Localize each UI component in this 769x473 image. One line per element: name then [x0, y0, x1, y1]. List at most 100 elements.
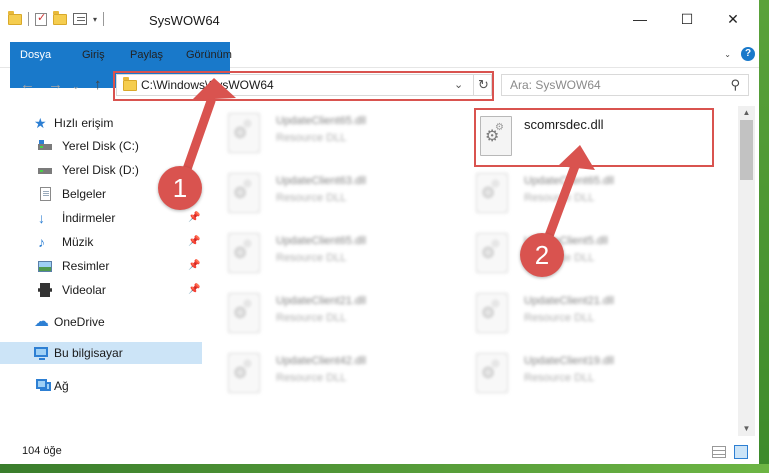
toolbar-separator: [28, 12, 29, 26]
sidebar-item-label: Hızlı erişim: [54, 116, 114, 130]
sidebar-item-this-pc[interactable]: Bu bilgisayar: [0, 342, 202, 364]
search-input[interactable]: Ara: SysWOW64 ⚲: [501, 74, 749, 96]
tab-home[interactable]: Giriş: [70, 42, 117, 68]
sidebar-item-label: Videolar: [62, 283, 106, 297]
dll-file-icon: [228, 233, 260, 273]
forward-arrow-icon[interactable]: →: [48, 76, 63, 93]
scroll-thumb[interactable]: [740, 120, 753, 180]
file-name: UpdateClient65.dll: [524, 175, 614, 187]
sidebar-item-pictures[interactable]: Resimler 📌: [0, 255, 200, 277]
sidebar-item-label: İndirmeler: [62, 211, 116, 225]
file-type: Resource DLL: [276, 312, 347, 324]
file-type: Resource DLL: [524, 312, 595, 324]
close-button[interactable]: ✕: [726, 12, 740, 26]
sidebar-item-local-disk-c[interactable]: Yerel Disk (C:): [0, 135, 200, 157]
dll-file-icon: [476, 293, 508, 333]
sidebar-item-videos[interactable]: Videolar 📌: [0, 279, 200, 301]
properties-icon[interactable]: [73, 13, 87, 25]
list-item[interactable]: UpdateClient19.dll Resource DLL: [454, 350, 674, 396]
sidebar-item-label: Müzik: [62, 235, 94, 249]
list-item[interactable]: UpdateClient5.dll Resource DLL: [454, 230, 674, 276]
maximize-button[interactable]: ☐: [680, 12, 694, 26]
pin-icon[interactable]: 📌: [188, 212, 200, 223]
file-type: Resource DLL: [276, 192, 347, 204]
target-file-highlight: [474, 108, 714, 167]
search-icon[interactable]: ⚲: [730, 77, 740, 93]
cloud-icon: ☁: [34, 313, 49, 330]
list-item[interactable]: UpdateClient65.dll Resource DLL: [454, 170, 674, 216]
properties-check-icon[interactable]: [35, 11, 47, 26]
download-icon: ↓: [38, 210, 45, 226]
drive-icon: [38, 139, 52, 153]
vertical-scrollbar[interactable]: ▲ ▼: [738, 106, 755, 436]
sidebar-item-label: Resimler: [62, 259, 110, 273]
list-item[interactable]: UpdateClient65.dll Resource DLL: [206, 230, 426, 276]
list-item[interactable]: UpdateClient21.dll Resource DLL: [454, 290, 674, 336]
scroll-up-icon[interactable]: ▲: [738, 106, 755, 120]
video-icon: [38, 283, 52, 297]
sidebar-item-downloads[interactable]: ↓ İndirmeler 📌: [0, 207, 200, 229]
computer-icon: [34, 347, 48, 360]
sidebar-item-quick-access[interactable]: ★ Hızlı erişim: [0, 112, 200, 134]
file-type: Resource DLL: [276, 132, 347, 144]
pin-icon[interactable]: 📌: [188, 260, 200, 271]
file-name: UpdateClient21.dll: [524, 295, 614, 307]
sidebar-item-label: Yerel Disk (D:): [62, 163, 139, 177]
pin-icon[interactable]: 📌: [188, 236, 200, 247]
pin-icon[interactable]: 📌: [188, 284, 200, 295]
list-item[interactable]: UpdateClient65.dll Resource DLL: [206, 110, 426, 156]
minimize-button[interactable]: —: [633, 12, 647, 26]
list-item[interactable]: UpdateClient63.dll Resource DLL: [206, 170, 426, 216]
file-type: Resource DLL: [524, 372, 595, 384]
list-item[interactable]: UpdateClient21.dll Resource DLL: [206, 290, 426, 336]
star-icon: ★: [34, 115, 47, 131]
sidebar-item-network[interactable]: Ağ: [0, 375, 200, 397]
document-icon: [40, 187, 51, 201]
help-icon[interactable]: ?: [741, 47, 755, 61]
chevron-down-icon[interactable]: ⌄: [724, 50, 731, 59]
up-arrow-icon[interactable]: ↑: [94, 76, 102, 93]
sidebar-item-music[interactable]: ♪ Müzik 📌: [0, 231, 200, 253]
dll-file-icon: [228, 113, 260, 153]
large-icons-view-icon[interactable]: [734, 445, 748, 459]
search-placeholder: Ara: SysWOW64: [510, 78, 601, 92]
music-icon: ♪: [38, 234, 45, 250]
tab-view[interactable]: Görünüm: [174, 42, 244, 68]
file-type: Resource DLL: [276, 252, 347, 264]
dll-file-icon: [476, 233, 508, 273]
window-title: SysWOW64: [149, 13, 220, 28]
file-name: UpdateClient65.dll: [276, 235, 366, 247]
file-name: UpdateClient63.dll: [276, 175, 366, 187]
step-badge-1: 1: [158, 166, 202, 210]
file-name: UpdateClient19.dll: [524, 355, 614, 367]
sidebar-item-label: Ağ: [54, 379, 69, 393]
recent-dropdown-icon[interactable]: ⌄: [72, 81, 80, 92]
address-bar-highlight: [113, 71, 494, 101]
new-folder-icon[interactable]: [53, 10, 67, 25]
list-item[interactable]: UpdateClient42.dll Resource DLL: [206, 350, 426, 396]
file-type: Resource DLL: [524, 192, 595, 204]
details-view-icon[interactable]: [712, 446, 726, 458]
file-type: Resource DLL: [276, 372, 347, 384]
dll-file-icon: [228, 293, 260, 333]
title-bar: ▾ SysWOW64 — ☐ ✕: [0, 0, 769, 40]
dll-file-icon: [476, 353, 508, 393]
tab-share[interactable]: Paylaş: [118, 42, 175, 68]
item-count: 104 öğe: [22, 445, 62, 457]
dll-file-icon: [228, 353, 260, 393]
ribbon-tabs: Dosya Giriş Paylaş Görünüm ⌄ ?: [0, 42, 769, 88]
navigation-pane: ★ Hızlı erişim Yerel Disk (C:) Yerel Dis…: [0, 106, 206, 436]
customize-dropdown-icon[interactable]: ▾: [93, 15, 97, 24]
sidebar-item-label: Bu bilgisayar: [54, 346, 123, 360]
desktop-background-edge: [0, 464, 769, 473]
step-badge-2: 2: [520, 233, 564, 277]
network-icon: [36, 379, 51, 391]
pictures-icon: [38, 261, 52, 272]
sidebar-item-onedrive[interactable]: ☁ OneDrive: [0, 311, 200, 333]
status-bar: 104 öğe: [0, 440, 769, 464]
scroll-down-icon[interactable]: ▼: [738, 422, 755, 436]
back-arrow-icon[interactable]: ←: [20, 76, 35, 93]
sidebar-item-label: Yerel Disk (C:): [62, 139, 139, 153]
folder-icon: [8, 10, 22, 25]
dll-file-icon: [228, 173, 260, 213]
